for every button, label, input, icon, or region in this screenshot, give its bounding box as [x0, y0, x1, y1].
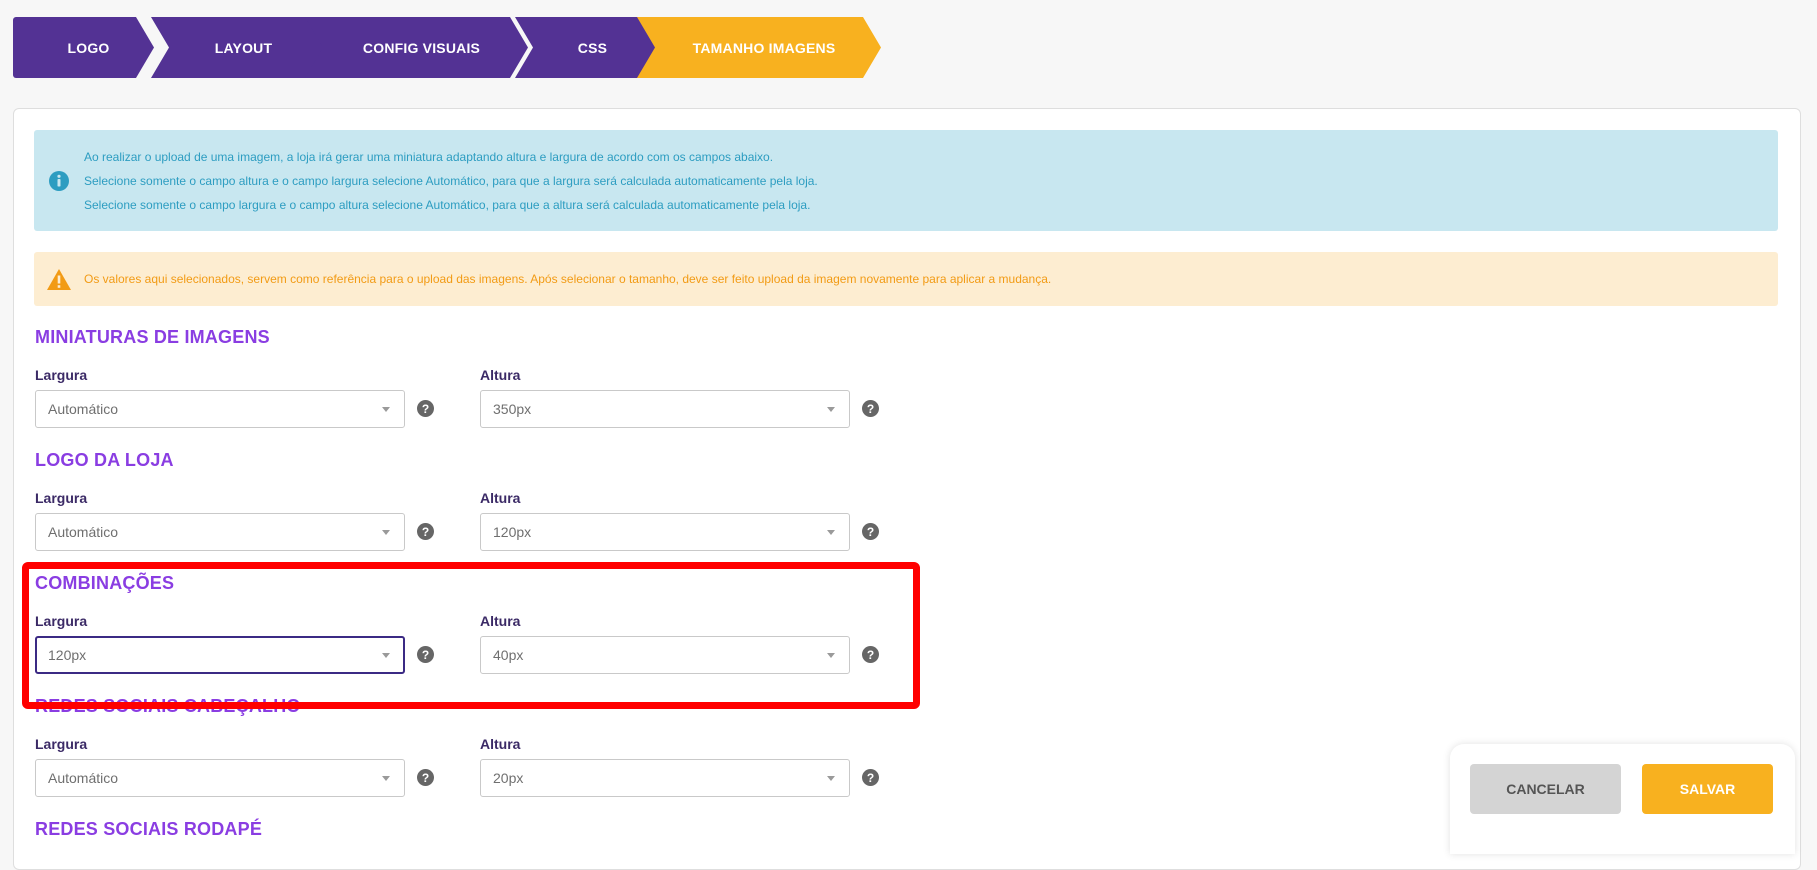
section-title-redes-sociais-rodape: REDES SOCIAIS RODAPÉ: [35, 819, 263, 839]
chevron-down-icon: [827, 652, 835, 658]
height-label: Altura: [480, 367, 521, 383]
question-circle-icon[interactable]: ?: [862, 523, 879, 540]
miniaturas-width-select[interactable]: Automático: [35, 390, 405, 428]
chevron-down-icon: [382, 775, 390, 781]
cancel-button[interactable]: CANCELAR: [1470, 764, 1621, 814]
height-label: Altura: [480, 736, 521, 752]
info-alert: Ao realizar o upload de uma imagem, a lo…: [34, 130, 1778, 231]
wizard-steps: LOGO LAYOUT CONFIG VISUAIS CSS TAMANHO I…: [13, 17, 883, 78]
step-label: TAMANHO IMAGENS: [692, 39, 836, 56]
select-value: 120px: [48, 647, 87, 663]
question-circle-icon[interactable]: ?: [417, 400, 434, 417]
info-line: Selecione somente o campo altura e o cam…: [84, 173, 818, 188]
step-config-visuais[interactable]: CONFIG VISUAIS: [305, 17, 528, 78]
select-value: 120px: [493, 524, 532, 540]
chevron-down-icon: [827, 529, 835, 535]
width-label: Largura: [35, 613, 88, 629]
step-label: CSS: [577, 39, 608, 56]
step-label: LAYOUT: [214, 39, 273, 56]
step-label: CONFIG VISUAIS: [362, 39, 481, 56]
section-title-miniaturas: MINIATURAS DE IMAGENS: [35, 327, 270, 347]
select-value: Automático: [48, 770, 119, 786]
combinacoes-height-select[interactable]: 40px: [480, 636, 850, 674]
width-label: Largura: [35, 736, 88, 752]
warning-text: Os valores aqui selecionados, servem com…: [84, 272, 1052, 286]
step-tamanho-imagens[interactable]: TAMANHO IMAGENS: [637, 17, 881, 78]
info-line: Selecione somente o campo largura e o ca…: [84, 197, 811, 212]
question-circle-icon[interactable]: ?: [862, 400, 879, 417]
warning-alert: Os valores aqui selecionados, servem com…: [34, 252, 1778, 306]
combinacoes-width-select[interactable]: 120px: [35, 636, 405, 674]
chevron-down-icon: [382, 652, 390, 658]
height-label: Altura: [480, 490, 521, 506]
select-value: Automático: [48, 524, 119, 540]
question-circle-icon[interactable]: ?: [417, 769, 434, 786]
select-value: 350px: [493, 401, 532, 417]
warning-triangle-icon: [34, 268, 84, 291]
redes-cabecalho-width-select[interactable]: Automático: [35, 759, 405, 797]
step-logo[interactable]: LOGO: [13, 17, 154, 78]
section-title-combinacoes: COMBINAÇÕES: [35, 573, 175, 593]
miniaturas-height-select[interactable]: 350px: [480, 390, 850, 428]
question-circle-icon[interactable]: ?: [417, 523, 434, 540]
chevron-down-icon: [827, 775, 835, 781]
info-line: Ao realizar o upload de uma imagem, a lo…: [84, 149, 774, 164]
chevron-down-icon: [827, 406, 835, 412]
redes-cabecalho-height-select[interactable]: 20px: [480, 759, 850, 797]
chevron-down-icon: [382, 406, 390, 412]
question-circle-icon[interactable]: ?: [862, 769, 879, 786]
select-value: 40px: [493, 647, 524, 663]
select-value: 20px: [493, 770, 524, 786]
section-title-logo-da-loja: LOGO DA LOJA: [35, 450, 174, 470]
logo-height-select[interactable]: 120px: [480, 513, 850, 551]
save-button[interactable]: SALVAR: [1642, 764, 1773, 814]
height-label: Altura: [480, 613, 521, 629]
section-title-redes-sociais-cabecalho: REDES SOCIAIS CABEÇALHO: [35, 696, 301, 716]
question-circle-icon[interactable]: ?: [417, 646, 434, 663]
logo-width-select[interactable]: Automático: [35, 513, 405, 551]
select-value: Automático: [48, 401, 119, 417]
width-label: Largura: [35, 490, 88, 506]
step-layout[interactable]: LAYOUT: [151, 17, 326, 78]
info-circle-icon: [34, 170, 84, 191]
question-circle-icon[interactable]: ?: [862, 646, 879, 663]
step-label: LOGO: [67, 39, 110, 56]
chevron-down-icon: [382, 529, 390, 535]
step-css[interactable]: CSS: [515, 17, 660, 78]
width-label: Largura: [35, 367, 88, 383]
